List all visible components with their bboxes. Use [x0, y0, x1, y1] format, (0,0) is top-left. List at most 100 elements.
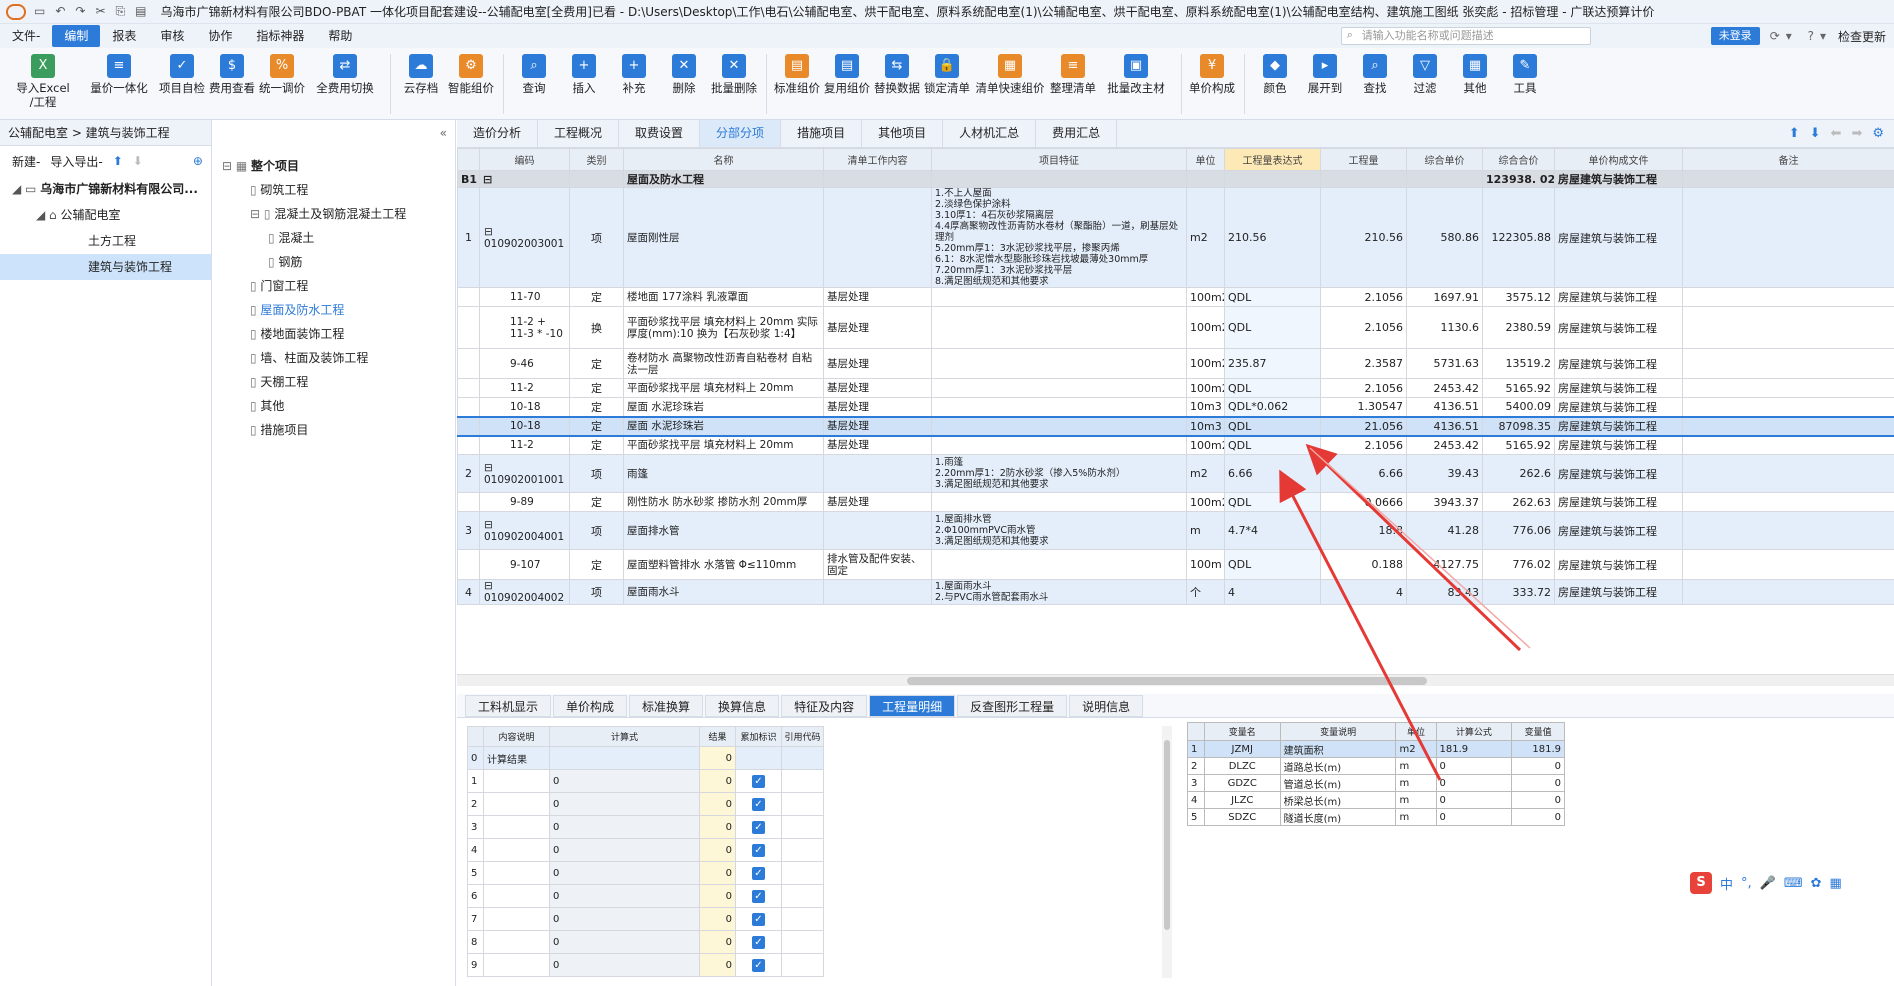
- detail-result-row[interactable]: 0 计算结果 0: [467, 746, 824, 770]
- section-tree-item[interactable]: ▯ 混凝土: [212, 226, 455, 250]
- detail-row[interactable]: 2 0 0 ✓: [467, 792, 824, 816]
- var-formula[interactable]: 181.9: [1435, 740, 1513, 758]
- tree-node-icon[interactable]: ◢ ▭: [12, 182, 40, 196]
- tree-node-icon[interactable]: ◢ ⌂: [36, 208, 60, 222]
- detail-expression[interactable]: 0: [549, 838, 700, 862]
- item-features[interactable]: [931, 435, 1187, 455]
- ribbon-button[interactable]: ¥ 单价构成: [1188, 48, 1236, 118]
- item-features[interactable]: 1.屋面雨水斗 2.与PVC雨水管配套雨水斗: [931, 579, 1187, 605]
- item-unit[interactable]: m2: [1186, 454, 1225, 493]
- table-row[interactable]: 11-2定平面砂浆找平层 填充材料上 20mm基层处理 100m2QDL2.105…: [457, 435, 1894, 455]
- work-content[interactable]: [823, 579, 932, 605]
- menu-item[interactable]: 指标神器: [244, 25, 316, 47]
- remark[interactable]: [1682, 415, 1894, 437]
- collapse-panel-icon[interactable]: ⊕: [193, 154, 203, 168]
- var-row[interactable]: 1 JZMJ 建筑面积 m2 181.9 181.9: [1187, 740, 1565, 758]
- price-file[interactable]: 房屋建筑与装饰工程: [1554, 187, 1683, 288]
- item-unit[interactable]: 100m2: [1186, 492, 1225, 512]
- ribbon-button[interactable]: ☁ 云存档: [397, 48, 445, 118]
- cut-icon[interactable]: ✂: [95, 4, 105, 19]
- ribbon-button[interactable]: ▤ 复用组价: [823, 48, 871, 118]
- punctuation-icon[interactable]: °,: [1741, 876, 1752, 891]
- ribbon-button[interactable]: ✎ 工具: [1501, 48, 1549, 118]
- section-tree-item[interactable]: ▯ 砌筑工程: [212, 178, 455, 202]
- var-row[interactable]: 2 DLZC 道路总长(m) m 0 0: [1187, 757, 1565, 775]
- ribbon-button[interactable]: ⌕ 查询: [510, 48, 558, 118]
- ribbon-button[interactable]: ▸ 展开到: [1301, 48, 1349, 118]
- table-row[interactable]: 9-89定刚性防水 防水砂浆 掺防水剂 20mm厚基层处理 100m2QDL0.0…: [457, 492, 1894, 512]
- quantity-expression[interactable]: QDL: [1224, 435, 1321, 455]
- column-header[interactable]: 类别: [569, 148, 624, 171]
- ribbon-button[interactable]: ✕ 批量删除: [710, 48, 758, 118]
- ribbon-button[interactable]: ⇆ 替换数据: [873, 48, 921, 118]
- accumulate-checkbox[interactable]: ✓: [752, 774, 765, 788]
- item-unit[interactable]: m2: [1186, 187, 1225, 288]
- tab[interactable]: 费用汇总: [1036, 120, 1118, 147]
- project-tree-item[interactable]: ◢ ⌂ 公辅配电室: [0, 202, 211, 228]
- tab[interactable]: 人材机汇总: [943, 120, 1037, 147]
- price-file[interactable]: 房屋建筑与装饰工程: [1554, 415, 1683, 437]
- detail-expression[interactable]: 0: [549, 884, 700, 908]
- bottom-tab[interactable]: 反查图形工程量: [957, 695, 1068, 717]
- section-tree-item[interactable]: ⊟ ▦ 整个项目: [212, 154, 455, 178]
- tab[interactable]: 取费设置: [619, 120, 701, 147]
- price-file[interactable]: 房屋建筑与装饰工程: [1554, 492, 1683, 512]
- copy-icon[interactable]: ⎘: [116, 4, 126, 19]
- quantity-expression[interactable]: 4: [1224, 579, 1321, 605]
- detail-desc-cell[interactable]: [483, 792, 550, 816]
- collapse-icon[interactable]: ⊟: [484, 462, 493, 474]
- ref-code[interactable]: [781, 861, 824, 885]
- ribbon-button[interactable]: ▦ 清单快速组价: [973, 48, 1047, 118]
- table-row[interactable]: 1 ⊟ 010902003001 项屋面刚性层 1.不上人屋面 2.淡绿色保护涂料 3…: [457, 187, 1894, 288]
- column-header[interactable]: 工程量表达式: [1224, 148, 1321, 171]
- section-tree-item[interactable]: ▯ 其他: [212, 394, 455, 418]
- table-row[interactable]: 2 ⊟ 010902001001 项雨篷 1.雨篷 2.20mm厚1：2防水砂浆（掺入…: [457, 454, 1894, 493]
- section-tree-item[interactable]: ▯ 楼地面装饰工程: [212, 322, 455, 346]
- detail-expression[interactable]: 0: [549, 907, 700, 931]
- column-header[interactable]: 项目特征: [931, 148, 1187, 171]
- detail-desc-cell[interactable]: [483, 953, 550, 977]
- work-content[interactable]: 基层处理: [823, 435, 932, 455]
- up-arrow-icon[interactable]: ⬆: [1789, 126, 1800, 141]
- accumulate-checkbox[interactable]: ✓: [752, 889, 765, 903]
- left-arrow-icon[interactable]: ⬅: [1831, 126, 1842, 141]
- ref-code[interactable]: [781, 907, 824, 931]
- remark[interactable]: [1682, 511, 1894, 550]
- ime-language[interactable]: 中: [1720, 874, 1733, 893]
- item-name[interactable]: 楼地面 177涂料 乳液罩面: [623, 287, 824, 307]
- remark[interactable]: [1682, 492, 1894, 512]
- price-file[interactable]: 房屋建筑与装饰工程: [1554, 549, 1683, 580]
- quantity-expression[interactable]: QDL: [1224, 415, 1321, 437]
- price-file[interactable]: 房屋建筑与装饰工程: [1554, 454, 1683, 493]
- bottom-tab[interactable]: 工料机显示: [465, 695, 552, 717]
- work-content[interactable]: 基层处理: [823, 306, 932, 349]
- ribbon-button[interactable]: + 补充: [610, 48, 658, 118]
- work-content[interactable]: [823, 187, 932, 288]
- var-row[interactable]: 5 SDZC 隧道长度(m) m 0 0: [1187, 808, 1565, 826]
- menu-item[interactable]: 帮助: [316, 25, 364, 47]
- ribbon-button[interactable]: $ 费用查看: [208, 48, 256, 118]
- item-unit[interactable]: 100m2: [1186, 306, 1225, 349]
- price-file[interactable]: 房屋建筑与装饰工程: [1554, 287, 1683, 307]
- item-features[interactable]: [931, 287, 1187, 307]
- project-tree-item[interactable]: 土方工程: [0, 228, 211, 254]
- detail-desc-cell[interactable]: [483, 861, 550, 885]
- work-content[interactable]: [823, 454, 932, 493]
- column-header[interactable]: [457, 148, 480, 171]
- toolbar-status-icons[interactable]: ⟳▾ ?▾: [1770, 29, 1832, 43]
- ribbon-button[interactable]: % 统一调价: [258, 48, 306, 118]
- quantity-expression[interactable]: QDL: [1224, 287, 1321, 307]
- bottom-tab[interactable]: 标准换算: [629, 695, 704, 717]
- check-update-button[interactable]: 检查更新: [1838, 28, 1886, 45]
- section-tree-item[interactable]: ▯ 措施项目: [212, 418, 455, 442]
- table-row[interactable]: 10-18 定屋面 水泥珍珠岩 基层处理 10m3 QDL*0.062 1.30547 41…: [457, 397, 1894, 417]
- ribbon-button[interactable]: ⌕ 查找: [1351, 48, 1399, 118]
- bottom-tab[interactable]: 工程量明细: [869, 695, 956, 717]
- ref-code[interactable]: [781, 838, 824, 862]
- item-name[interactable]: 屋面排水管: [623, 511, 824, 550]
- work-content[interactable]: 基层处理: [823, 415, 932, 437]
- collapse-icon[interactable]: «: [212, 120, 455, 154]
- ribbon-button[interactable]: ⚙ 智能组价: [447, 48, 495, 118]
- detail-scrollbar[interactable]: [1162, 726, 1172, 978]
- detail-row[interactable]: 4 0 0 ✓: [467, 838, 824, 862]
